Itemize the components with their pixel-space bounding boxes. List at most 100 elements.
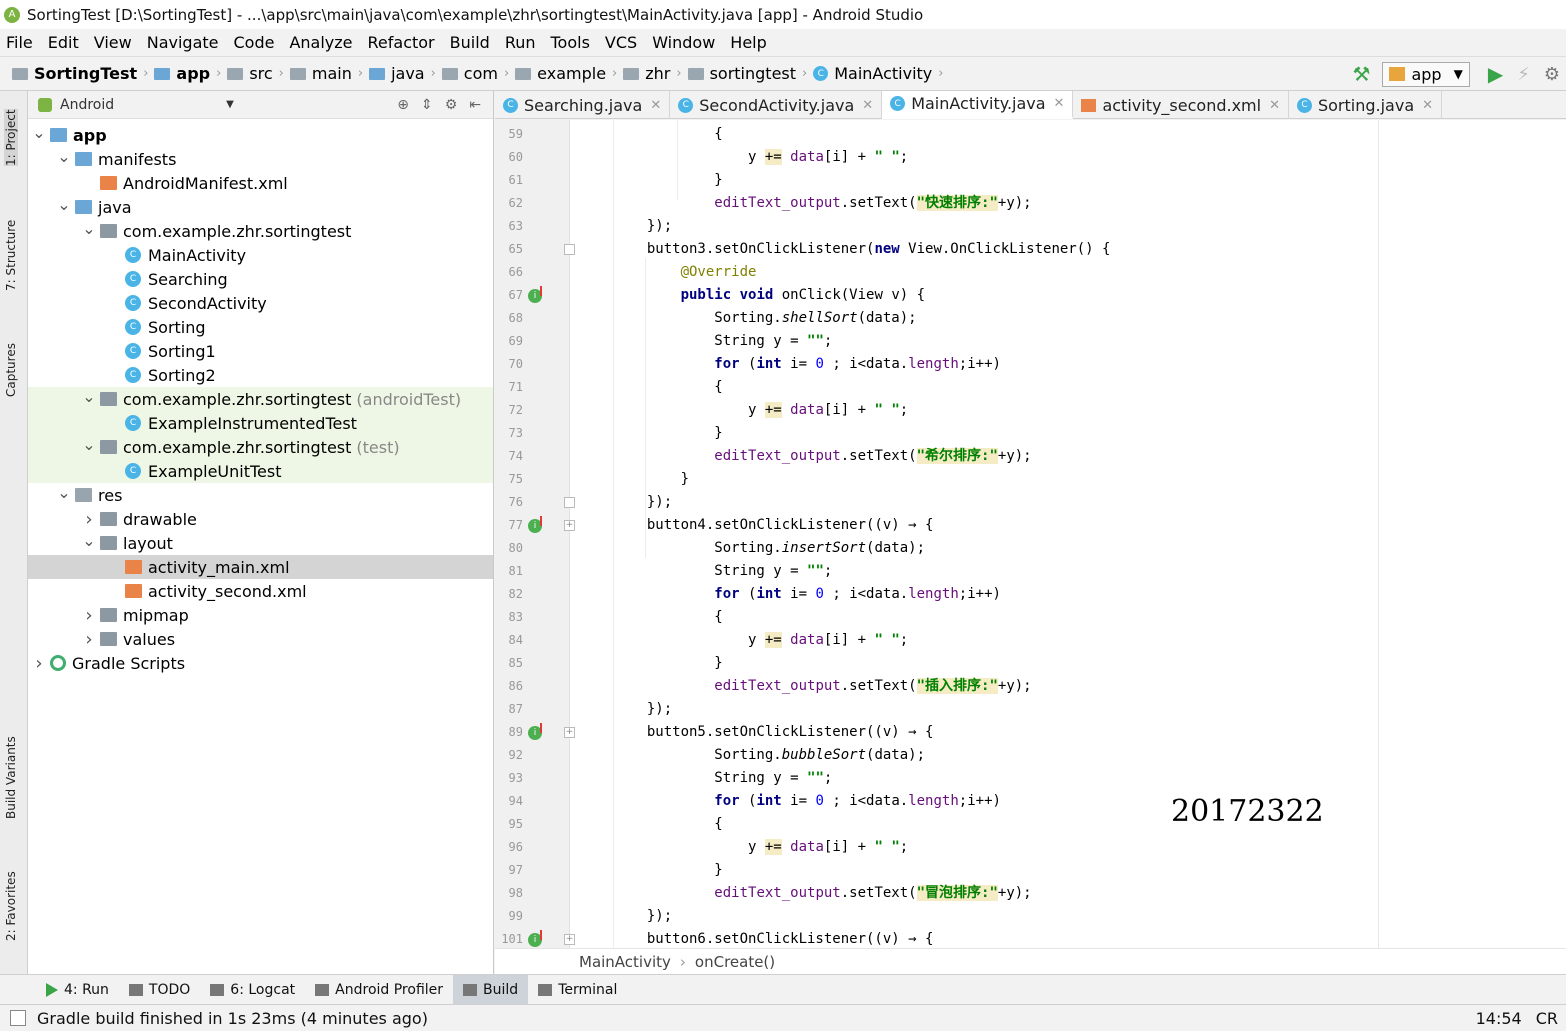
tree-item-app[interactable]: ⌄ app (28, 123, 493, 147)
tree-item-class[interactable]: C Sorting (28, 315, 493, 339)
instant-run-icon[interactable]: ⚡ (1517, 64, 1530, 85)
override-marker-icon[interactable]: i (528, 516, 542, 533)
tab-mainactivity-java[interactable]: C MainActivity.java ✕ (882, 91, 1074, 119)
target-icon[interactable]: ⊕ (397, 97, 409, 113)
side-tab-build-variants[interactable]: Build Variants (4, 736, 18, 819)
menu-item-file[interactable]: File (6, 33, 33, 52)
tree-item-class[interactable]: C Sorting2 (28, 363, 493, 387)
side-tab-project[interactable]: 1: Project (4, 109, 18, 166)
tool-window-terminal[interactable]: Terminal (528, 975, 627, 1005)
breadcrumb-item[interactable]: zhr › (623, 64, 682, 83)
tree-item-class-label: Sorting (148, 317, 206, 337)
menu-item-help[interactable]: Help (730, 33, 766, 52)
chevron-down-icon[interactable]: ⌄ (57, 195, 71, 214)
override-marker-icon[interactable]: i (528, 723, 542, 740)
side-tab-structure[interactable]: 7: Structure (4, 220, 18, 291)
chevron-down-icon[interactable]: ⌄ (82, 387, 96, 406)
tree-item-layout-file[interactable]: activity_main.xml (28, 555, 493, 579)
tab-searching-java[interactable]: C Searching.java ✕ (495, 91, 671, 119)
side-tab-captures[interactable]: Captures (4, 343, 18, 397)
close-icon[interactable]: ✕ (1422, 98, 1433, 113)
breadcrumb-item[interactable]: example › (515, 64, 617, 83)
tree-item-package-test[interactable]: ⌄ com.example.zhr.sortingtest (test) (28, 435, 493, 459)
chevron-right-icon[interactable]: › (82, 605, 96, 626)
menu-item-edit[interactable]: Edit (48, 33, 79, 52)
breadcrumb-item[interactable]: src › (227, 64, 284, 83)
breadcrumb-item[interactable]: app › (154, 64, 221, 83)
menu-item-vcs[interactable]: VCS (605, 33, 637, 52)
tab-sorting-java[interactable]: C Sorting.java ✕ (1289, 91, 1443, 119)
android-debug-icon[interactable]: ⚙ (1544, 64, 1560, 85)
tree-item-class[interactable]: C SecondActivity (28, 291, 493, 315)
menu-item-tools[interactable]: Tools (551, 33, 590, 52)
tree-item-java[interactable]: ⌄ java (28, 195, 493, 219)
side-tab-favorites[interactable]: 2: Favorites (4, 871, 18, 941)
menu-item-run[interactable]: Run (505, 33, 536, 52)
menu-item-navigate[interactable]: Navigate (147, 33, 219, 52)
tool-window-6-logcat[interactable]: 6: Logcat (200, 975, 305, 1005)
close-icon[interactable]: ✕ (862, 98, 873, 113)
tab-activity-second-xml[interactable]: activity_second.xml ✕ (1073, 91, 1289, 119)
tree-item-manifest-file[interactable]: AndroidManifest.xml (28, 171, 493, 195)
tree-item-mipmap[interactable]: › mipmap (28, 603, 493, 627)
tab-secondactivity-java[interactable]: C SecondActivity.java ✕ (670, 91, 883, 119)
menu-item-code[interactable]: Code (234, 33, 275, 52)
project-view-select[interactable]: Android (60, 97, 114, 113)
chevron-right-icon[interactable]: › (82, 509, 96, 530)
chevron-down-icon[interactable]: ⌄ (82, 531, 96, 550)
tool-window-todo[interactable]: TODO (119, 975, 200, 1005)
chevron-down-icon[interactable]: ⌄ (82, 219, 96, 238)
override-marker-icon[interactable]: i (528, 930, 542, 947)
menu-item-window[interactable]: Window (652, 33, 715, 52)
close-icon[interactable]: ✕ (1054, 96, 1065, 111)
chevron-down-icon[interactable]: ⌄ (82, 435, 96, 454)
chevron-down-icon[interactable]: ⌄ (57, 147, 71, 166)
close-icon[interactable]: ✕ (1269, 98, 1280, 113)
tree-item-res[interactable]: ⌄ res (28, 483, 493, 507)
tree-item-values[interactable]: › values (28, 627, 493, 651)
run-icon[interactable]: ▶ (1488, 62, 1503, 86)
tree-item-layout-file[interactable]: activity_second.xml (28, 579, 493, 603)
tree-item-gradle-scripts[interactable]: › Gradle Scripts (28, 651, 493, 675)
menu-item-refactor[interactable]: Refactor (368, 33, 435, 52)
crumb-method[interactable]: onCreate() (695, 953, 775, 971)
chevron-right-icon[interactable]: › (82, 629, 96, 650)
toggle-tool-windows-icon[interactable] (10, 1010, 26, 1026)
menu-item-analyze[interactable]: Analyze (289, 33, 352, 52)
tree-item-class[interactable]: C Searching (28, 267, 493, 291)
breadcrumb-item[interactable]: java › (369, 64, 436, 83)
chevron-down-icon[interactable]: ⌄ (57, 483, 71, 502)
breadcrumb-item[interactable]: main › (289, 64, 363, 83)
tree-item-test-class[interactable]: C ExampleInstrumentedTest (28, 411, 493, 435)
collapse-icon[interactable]: ⇕ (421, 97, 433, 113)
tree-item-package-androidtest[interactable]: ⌄ com.example.zhr.sortingtest (androidTest… (28, 387, 493, 411)
folder-icon (100, 392, 117, 406)
tree-item-class[interactable]: C Sorting1 (28, 339, 493, 363)
tree-item-layout[interactable]: ⌄ layout (28, 531, 493, 555)
close-icon[interactable]: ✕ (650, 98, 661, 113)
chevron-down-icon[interactable]: ▼ (226, 99, 234, 110)
breadcrumb-item[interactable]: sortingtest › (687, 64, 807, 83)
menu-item-build[interactable]: Build (450, 33, 490, 52)
menu-item-view[interactable]: View (94, 33, 132, 52)
tool-window-build[interactable]: Build (453, 974, 529, 1005)
breadcrumb-item[interactable]: C MainActivity › (813, 64, 943, 83)
crumb-class[interactable]: MainActivity (579, 953, 671, 971)
tree-item-class[interactable]: C MainActivity (28, 243, 493, 267)
run-config-select[interactable]: app ▼ (1382, 61, 1470, 87)
breadcrumb-item[interactable]: SortingTest › (12, 64, 148, 83)
chevron-right-icon[interactable]: › (32, 653, 46, 674)
tree-item-drawable[interactable]: › drawable (28, 507, 493, 531)
tree-item-manifests[interactable]: ⌄ manifests (28, 147, 493, 171)
hide-icon[interactable]: ⇤ (469, 97, 481, 113)
chevron-down-icon[interactable]: ⌄ (32, 123, 46, 142)
code-editor[interactable]: 59 60 61 62 63 65 66 67 68 69 70 71 72 73 74 75 76 77 80 81… (495, 120, 1566, 948)
tool-window-4-run[interactable]: 4: Run (36, 975, 119, 1005)
hammer-icon[interactable]: ⚒ (1353, 62, 1371, 86)
breadcrumb-item[interactable]: com › (441, 64, 509, 83)
override-marker-icon[interactable]: i (528, 286, 542, 303)
tool-window-android-profiler[interactable]: Android Profiler (305, 975, 453, 1005)
gear-icon[interactable]: ⚙ (445, 97, 458, 113)
tree-item-package[interactable]: ⌄ com.example.zhr.sortingtest (28, 219, 493, 243)
tree-item-test-class[interactable]: C ExampleUnitTest (28, 459, 493, 483)
